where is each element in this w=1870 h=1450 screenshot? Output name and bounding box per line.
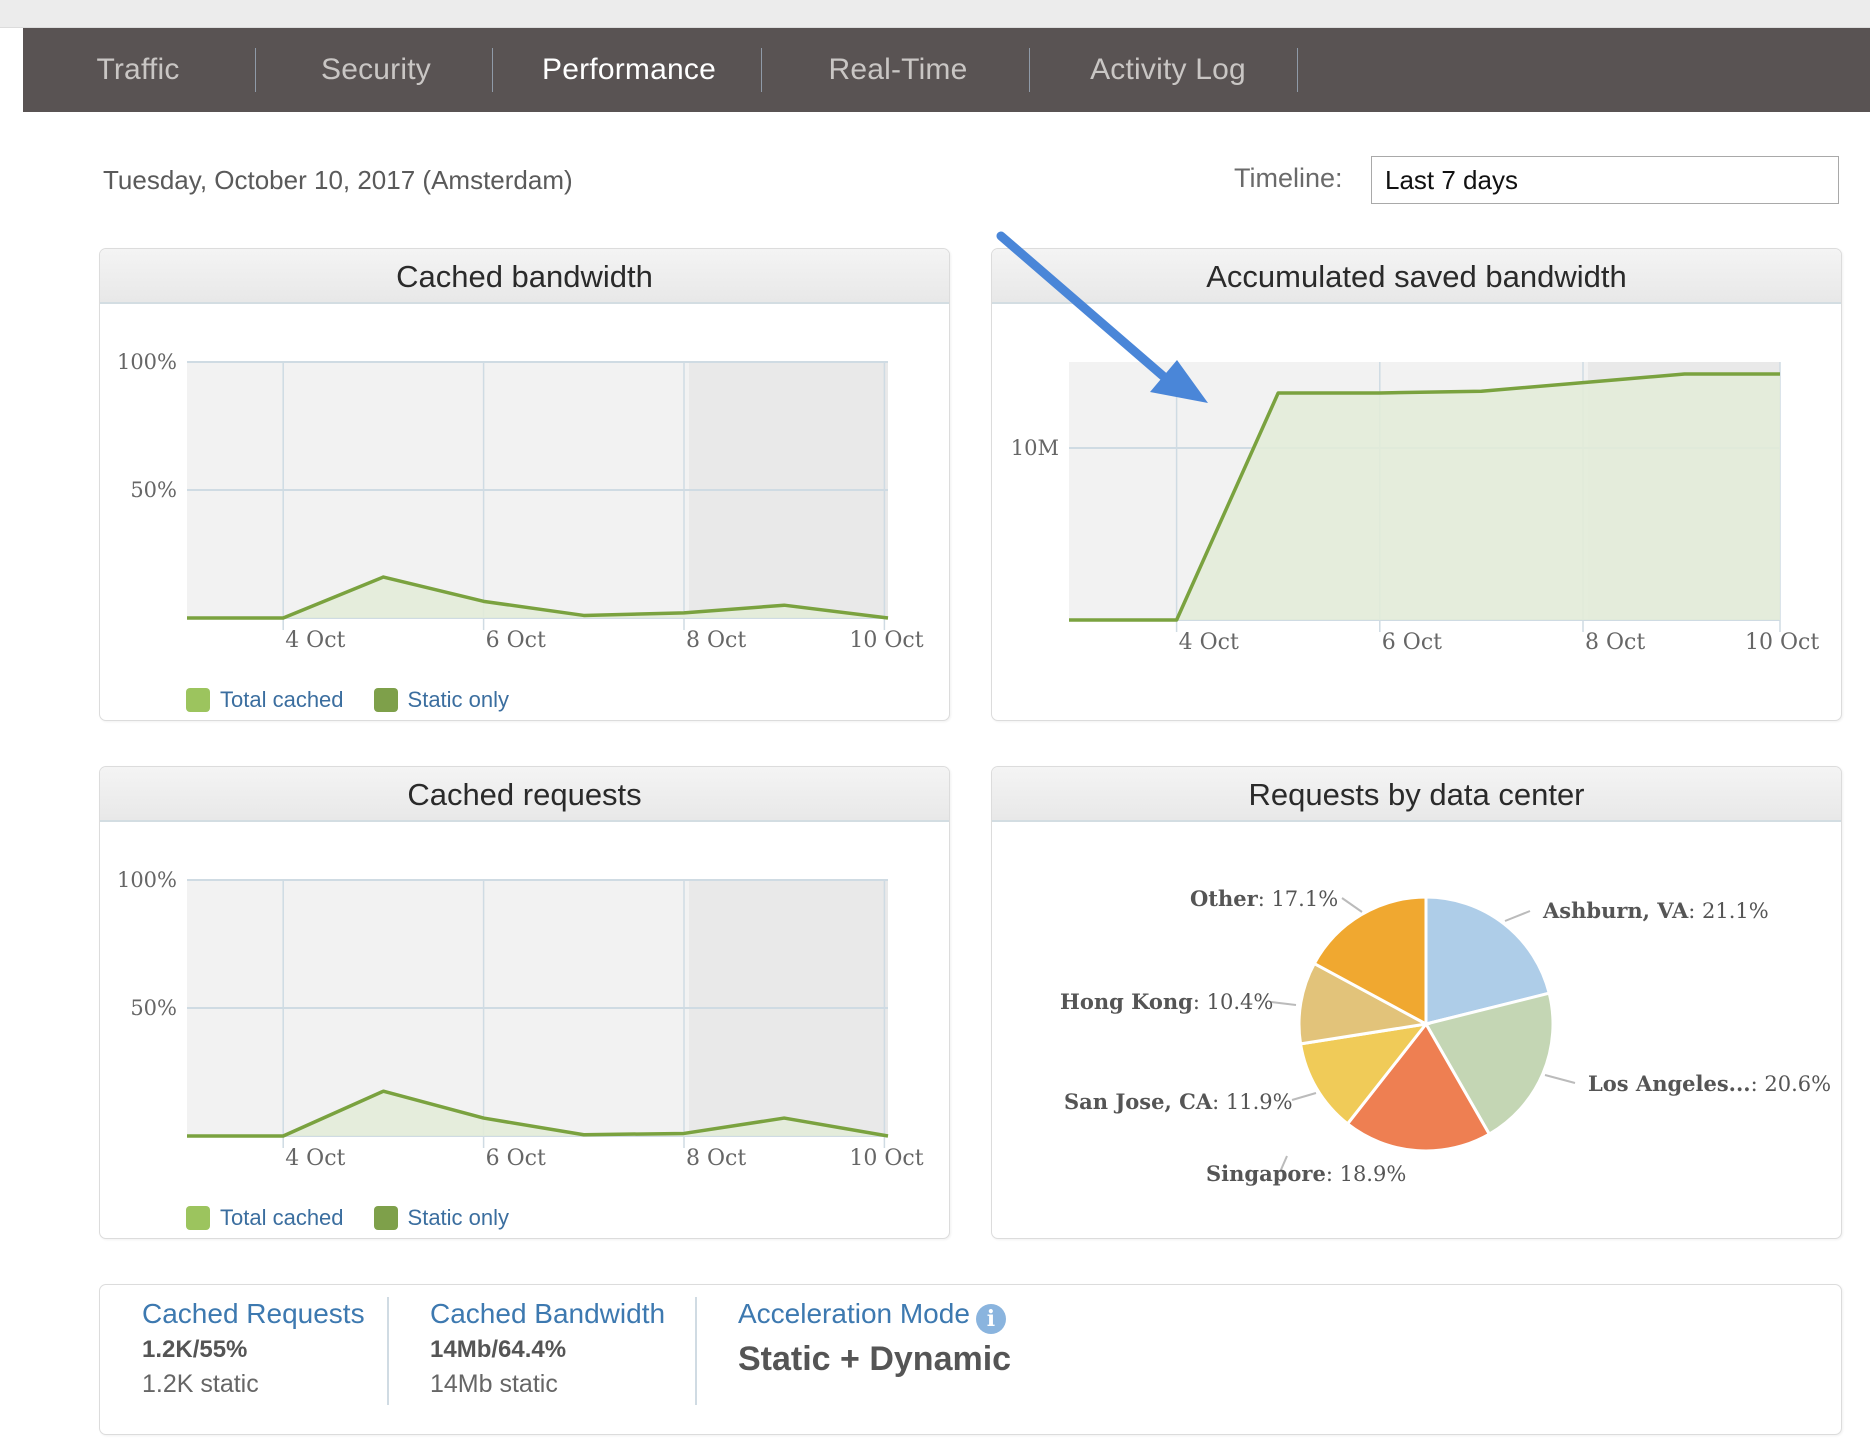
legend-label: Total cached [220, 687, 344, 712]
stat-title[interactable]: Cached Bandwidth [430, 1298, 665, 1330]
legend-label: Static only [407, 1205, 510, 1230]
current-date: Tuesday, October 10, 2017 (Amsterdam) [103, 165, 573, 195]
legend-label: Static only [407, 687, 510, 712]
panel-title: Cached requests [100, 767, 949, 822]
browser-top-strip [0, 0, 1870, 28]
cached-bandwidth-panel: Cached bandwidth [99, 248, 950, 721]
panel-title: Accumulated saved bandwidth [992, 249, 1841, 304]
stat-acceleration-mode: Acceleration Mode i Static + Dynamic [738, 1298, 1011, 1379]
stat-title[interactable]: Acceleration Mode i [738, 1298, 1011, 1334]
nav-divider [1297, 48, 1298, 92]
stat-cached-requests: Cached Requests 1.2K/55% 1.2K static [142, 1298, 365, 1399]
stat-subvalue: 1.2K static [142, 1370, 259, 1398]
acceleration-mode-value: Static + Dynamic [738, 1340, 1012, 1378]
panel-title: Cached bandwidth [100, 249, 949, 304]
tab-real-time[interactable]: Real-Time [823, 28, 973, 112]
stat-cached-bandwidth: Cached Bandwidth 14Mb/64.4% 14Mb static [430, 1298, 665, 1399]
nav-divider [761, 48, 762, 92]
stat-divider [695, 1297, 697, 1405]
main-nav: Traffic Security Performance Real-Time A… [23, 28, 1870, 112]
legend-swatch-total [186, 688, 210, 712]
timeline-select[interactable]: Last 7 days [1371, 156, 1839, 204]
timeline-label: Timeline: [1234, 163, 1343, 193]
legend-total-cached[interactable]: Total cached [186, 687, 344, 713]
legend-total-cached[interactable]: Total cached [186, 1205, 344, 1231]
panel-title: Requests by data center [992, 767, 1841, 822]
info-icon[interactable]: i [975, 1304, 1006, 1334]
tab-performance[interactable]: Performance [524, 28, 734, 112]
cached-requests-panel: Cached requests [99, 766, 950, 1239]
stat-subvalue: 14Mb static [430, 1370, 558, 1398]
legend-swatch-static [373, 1206, 398, 1230]
tab-traffic[interactable]: Traffic [78, 28, 198, 112]
stat-value: 14Mb/64.4% [430, 1336, 567, 1363]
legend-swatch-static [373, 688, 398, 712]
legend-static-only[interactable]: Static only [373, 1205, 510, 1231]
tab-security[interactable]: Security [306, 28, 446, 112]
stat-value: 1.2K/55% [142, 1336, 248, 1363]
legend-swatch-total [186, 1206, 210, 1230]
accumulated-saved-bandwidth-panel: Accumulated saved bandwidth [991, 248, 1842, 721]
legend-label: Total cached [220, 1205, 344, 1230]
stat-divider [387, 1297, 389, 1405]
cached-bandwidth-legend: Total cached Static only [186, 686, 539, 714]
tab-activity-log[interactable]: Activity Log [1073, 28, 1263, 112]
cached-requests-legend: Total cached Static only [186, 1204, 539, 1232]
stat-title-text: Acceleration Mode [738, 1298, 970, 1329]
stat-title[interactable]: Cached Requests [142, 1298, 365, 1330]
nav-divider [1029, 48, 1030, 92]
requests-by-data-center-panel: Requests by data center [991, 766, 1842, 1239]
nav-divider [492, 48, 493, 92]
nav-divider [255, 48, 256, 92]
legend-static-only[interactable]: Static only [373, 687, 510, 713]
